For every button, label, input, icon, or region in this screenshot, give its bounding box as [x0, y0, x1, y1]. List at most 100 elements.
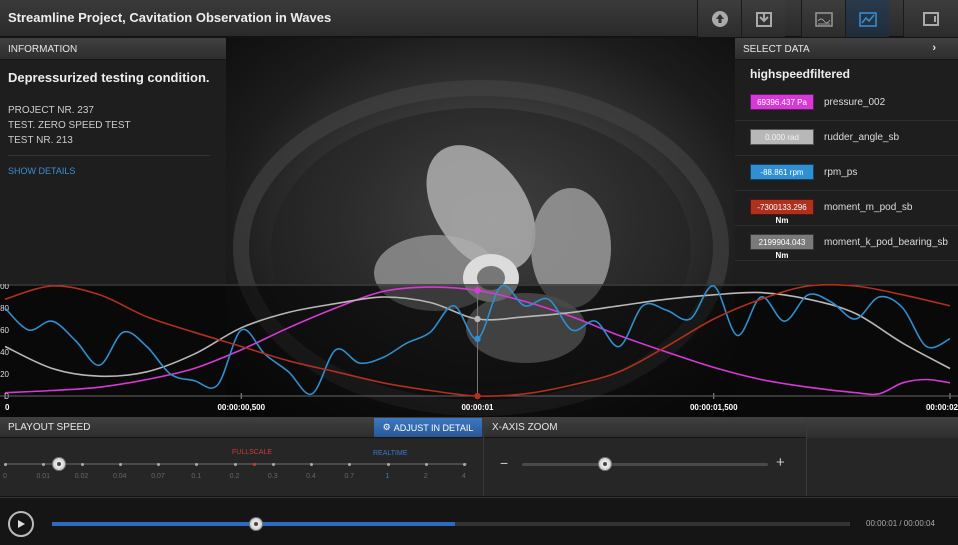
- chart-panel-icon: [814, 11, 833, 27]
- window-icon: [923, 11, 939, 26]
- speed-tick-label: 0.01: [36, 473, 51, 480]
- y-tick-label: 100: [0, 284, 10, 291]
- realtime-label: REALTIME: [373, 450, 408, 457]
- cursor-point: [474, 287, 481, 294]
- value-badge: -7300133.296: [750, 199, 814, 215]
- information-panel: INFORMATION Depressurized testing condit…: [0, 38, 226, 284]
- speed-tick-label: 0.4: [306, 473, 316, 480]
- data-row[interactable]: 2199904.043 Nm moment_k_pod_bearing_sb: [735, 226, 958, 261]
- speed-tick-label: 0.3: [267, 473, 278, 480]
- header-bar: Streamline Project, Cavitation Observati…: [0, 0, 958, 37]
- chart-panel-button[interactable]: [801, 0, 845, 37]
- select-data-title: SELECT DATA: [743, 44, 810, 55]
- fullscale-marker: [253, 463, 256, 466]
- series-name: rpm_ps: [824, 167, 858, 178]
- chevron-right-icon[interactable]: ›: [932, 42, 936, 54]
- test-name: TEST. ZERO SPEED TEST: [8, 120, 131, 131]
- window-button[interactable]: [903, 0, 958, 37]
- data-row[interactable]: 0.000 rad rudder_angle_sb: [735, 121, 958, 156]
- zoom-in-button[interactable]: +: [776, 454, 785, 471]
- y-tick-label: 20: [0, 370, 9, 379]
- playout-speed-slider[interactable]: FULLSCALE REALTIME 0 0.01 0.02 0.04 0.07 0.1 0…: [0, 438, 483, 496]
- speed-tick-label: 0: [3, 473, 7, 480]
- speed-tick-dot: [233, 463, 237, 466]
- speed-tick-dot: [310, 463, 313, 466]
- speed-tick-dot: [195, 463, 199, 466]
- select-data-header[interactable]: SELECT DATA ›: [735, 38, 958, 60]
- speed-tick-dot: [348, 463, 352, 466]
- speed-tick-dot: [463, 463, 466, 466]
- chart-svg[interactable]: 020406080100000:00:00,50000:00:0100:00:0…: [0, 282, 958, 417]
- zoom-slider-knob[interactable]: [598, 457, 612, 471]
- x-tick-label: 00:00:01,500: [690, 403, 738, 412]
- select-data-panel: SELECT DATA › highspeedfiltered 69396.43…: [735, 38, 958, 284]
- speed-tick-label: 2: [423, 473, 428, 480]
- time-readout: 00:00:01 / 00:00:04: [866, 519, 935, 528]
- speed-tick-label: 0.1: [191, 473, 202, 480]
- value-unit: Nm: [775, 216, 789, 225]
- speed-tick-label: 0.7: [344, 473, 355, 480]
- value-unit: Nm: [775, 251, 789, 260]
- speed-slider-knob[interactable]: [52, 457, 66, 471]
- speed-tick-label: 0.04: [112, 473, 127, 480]
- speed-tick-dot: [80, 463, 84, 466]
- speed-tick-dot: [4, 463, 7, 466]
- speed-tick-label: 0.02: [74, 473, 89, 480]
- y-tick-label: 60: [0, 326, 9, 335]
- data-row[interactable]: 69396.437 Pa pressure_002: [735, 86, 958, 121]
- info-divider: [8, 155, 210, 156]
- gear-icon: ⚙: [382, 422, 391, 432]
- value-badge: 2199904.043: [750, 234, 814, 250]
- line-chart-button[interactable]: [845, 0, 889, 37]
- value-badge: -88.861 rpm: [750, 164, 814, 180]
- value-badge: 69396.437 Pa: [750, 94, 814, 110]
- x-tick-label: 0: [5, 403, 10, 412]
- value-badge: 0.000 rad: [750, 129, 814, 145]
- zoom-track[interactable]: [522, 463, 768, 466]
- series-name: moment_k_pod_bearing_sb: [824, 237, 948, 248]
- x-tick-label: 00:00:01: [461, 403, 494, 412]
- transport-bar: 00:00:01 / 00:00:04: [0, 497, 958, 545]
- series-name: moment_m_pod_sb: [824, 202, 913, 213]
- speed-tick-label: 1: [385, 473, 390, 480]
- speed-tick-label: 0.2: [229, 473, 240, 480]
- information-header: INFORMATION: [0, 38, 226, 60]
- import-button[interactable]: [741, 0, 785, 37]
- data-row[interactable]: -7300133.296 Nm moment_m_pod_sb: [735, 191, 958, 226]
- project-number: PROJECT NR. 237: [8, 105, 94, 116]
- speed-tick-dot: [157, 463, 160, 466]
- y-tick-label: 40: [0, 348, 9, 357]
- play-button[interactable]: [8, 511, 34, 537]
- cursor-point: [474, 335, 481, 342]
- empty-panel: [807, 438, 958, 496]
- cursor-point: [474, 315, 481, 323]
- time-chart[interactable]: 020406080100000:00:00,50000:00:0100:00:0…: [0, 282, 958, 417]
- condition-text: Depressurized testing condition.: [8, 70, 210, 85]
- upload-button[interactable]: [697, 0, 741, 37]
- x-axis-zoom-header: X-AXIS ZOOM: [484, 417, 806, 438]
- adjust-in-detail-button[interactable]: ⚙ ADJUST IN DETAIL: [374, 418, 482, 437]
- timeline-knob[interactable]: [249, 517, 263, 531]
- upload-icon: [711, 10, 728, 27]
- speed-tick-dot: [118, 463, 122, 466]
- dataset-name: highspeedfiltered: [750, 67, 851, 81]
- app-window: Streamline Project, Cavitation Observati…: [0, 0, 958, 545]
- speed-tick-dot: [424, 463, 428, 466]
- show-details-link[interactable]: SHOW DETAILS: [8, 166, 75, 176]
- import-icon: [755, 11, 772, 27]
- test-number: TEST NR. 213: [8, 135, 73, 146]
- x-tick-label: 00:00:00,500: [217, 403, 265, 412]
- speed-tick-dot: [271, 463, 275, 466]
- series-name: rudder_angle_sb: [824, 132, 900, 143]
- x-tick-label: 00:00:02: [926, 403, 958, 412]
- zoom-out-button[interactable]: −: [500, 455, 508, 471]
- speed-tick-label: 0.07: [151, 473, 165, 480]
- empty-header: [807, 417, 958, 438]
- speed-tick-label: 4: [462, 473, 466, 480]
- speed-tick-dot: [386, 463, 390, 466]
- x-axis-zoom-control: − +: [484, 438, 806, 496]
- series-name: pressure_002: [824, 97, 886, 108]
- cursor-point: [474, 392, 481, 400]
- data-row[interactable]: -88.861 rpm rpm_ps: [735, 156, 958, 191]
- line-chart-icon: [858, 11, 877, 27]
